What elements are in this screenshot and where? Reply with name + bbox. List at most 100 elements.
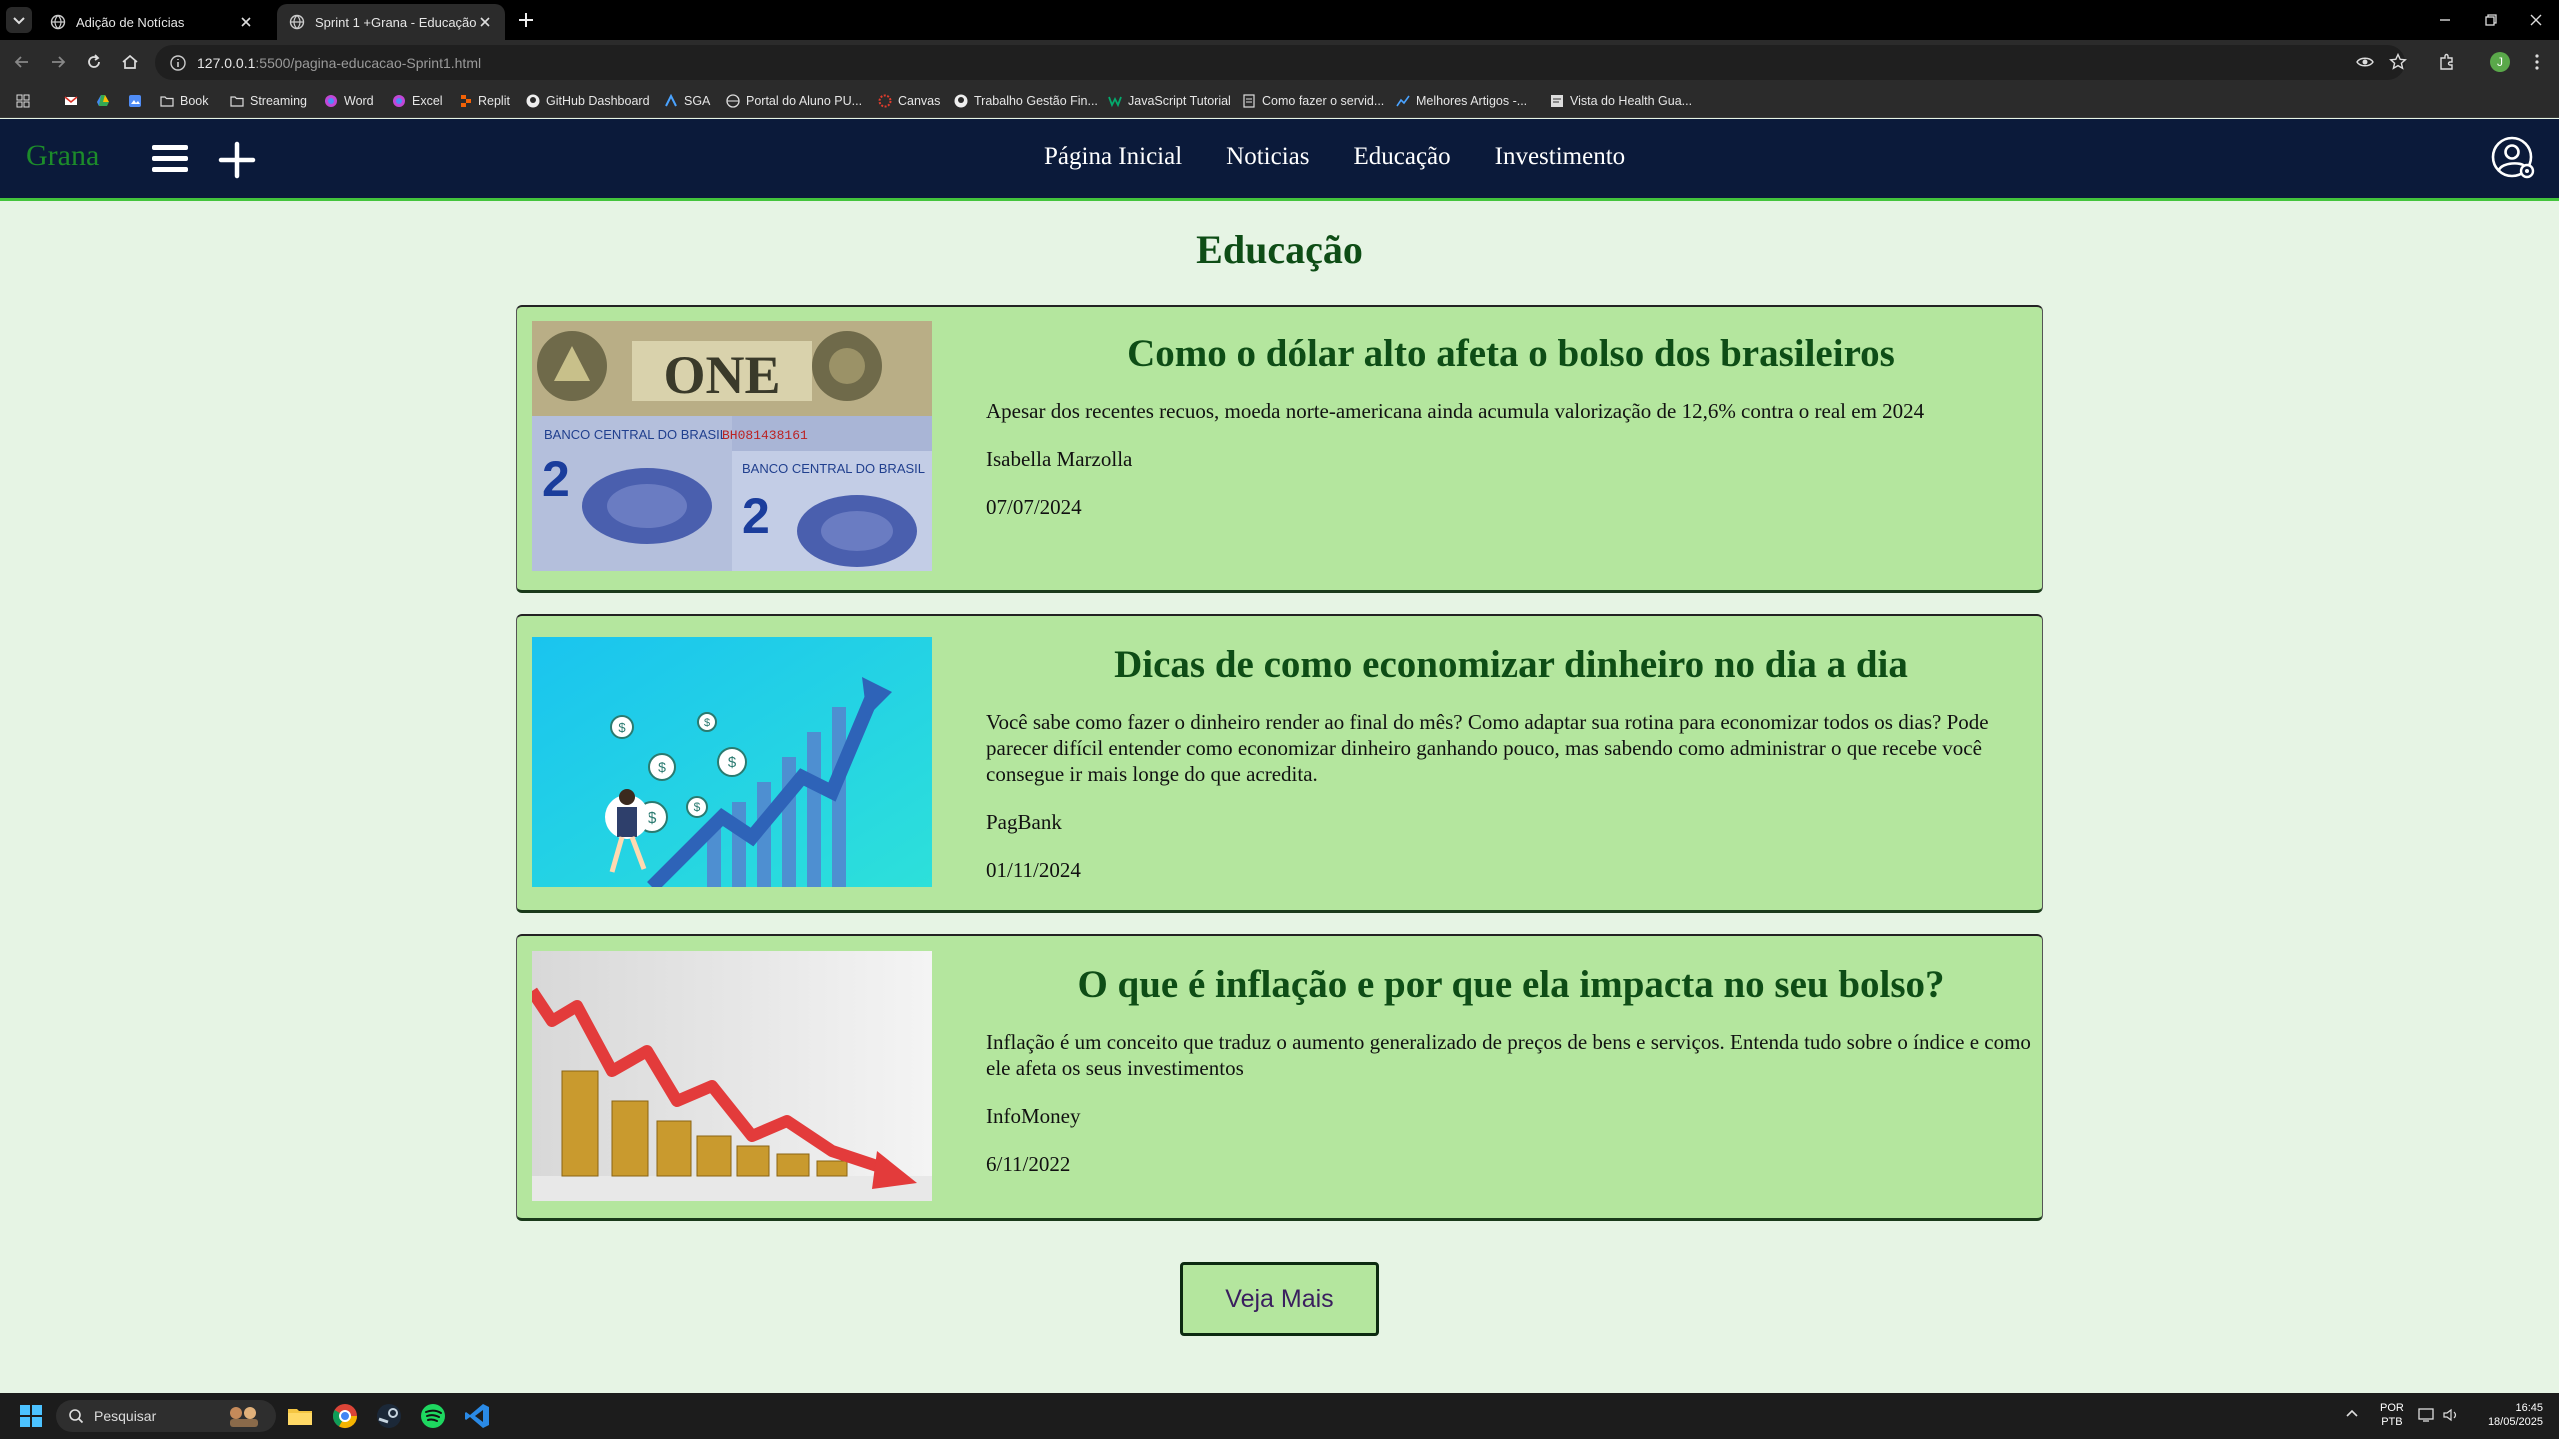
bookmark-label: Word (344, 94, 374, 108)
bookmark-label: Excel (412, 94, 443, 108)
bookmark-label: GitHub Dashboard (546, 94, 650, 108)
article-image-inflation[interactable] (532, 951, 932, 1201)
lang-top: POR (2380, 1402, 2404, 1414)
bookmark-vista-health[interactable]: Vista do Health Gua... (1550, 91, 1692, 111)
minimize-icon[interactable] (2435, 10, 2455, 30)
close-icon[interactable] (477, 14, 493, 30)
bookmark-book[interactable]: Book (160, 91, 209, 111)
article-title[interactable]: Como o dólar alto afeta o bolso dos bras… (986, 331, 2036, 376)
bookmark-como-fazer[interactable]: Como fazer o servid... (1242, 91, 1384, 111)
spotify-icon[interactable] (418, 1401, 448, 1431)
site-logo[interactable]: Grana (26, 139, 99, 173)
eye-icon[interactable] (2355, 52, 2375, 72)
browser-tab-strip: Adição de Notícias Sprint 1 +Grana - Edu… (0, 0, 2559, 40)
bookmark-label: Como fazer o servid... (1262, 94, 1385, 108)
main-nav: Página Inicial Noticias Educação Investi… (1044, 143, 1625, 171)
extensions-icon[interactable] (2437, 52, 2457, 72)
nav-educacao[interactable]: Educação (1353, 143, 1450, 171)
svg-text:2: 2 (742, 488, 770, 544)
gmail-icon[interactable] (64, 91, 78, 111)
tab-search-button[interactable] (6, 7, 32, 33)
close-window-icon[interactable] (2526, 10, 2546, 30)
search-icon (68, 1408, 84, 1424)
home-icon[interactable] (120, 52, 140, 72)
taskbar-search[interactable]: Pesquisar (56, 1400, 276, 1432)
github-icon (954, 94, 968, 108)
site-info-icon[interactable] (169, 54, 187, 72)
article-image-dollar[interactable]: ONE BANCO CENTRAL DO BRASIL BANCO CENTRA… (532, 321, 932, 571)
bookmark-portal-aluno[interactable]: Portal do Aluno PU... (726, 91, 862, 111)
file-explorer-icon[interactable] (285, 1401, 315, 1431)
svg-text:2: 2 (542, 451, 570, 507)
article-card[interactable]: $ $ $ $ $ $ Dicas de como economizar din… (516, 614, 2043, 913)
new-tab-icon[interactable] (516, 10, 536, 30)
banknotes-illustration: ONE BANCO CENTRAL DO BRASIL BANCO CENTRA… (532, 321, 932, 571)
language-indicator[interactable]: POR PTB (2380, 1401, 2404, 1429)
bookmark-label: Replit (478, 94, 510, 108)
bookmark-sga[interactable]: SGA (664, 91, 710, 111)
nav-investimento[interactable]: Investimento (1495, 143, 1626, 171)
bookmark-streaming[interactable]: Streaming (230, 91, 307, 111)
tab-adicao-noticias[interactable]: Adição de Notícias (38, 4, 266, 40)
hamburger-menu-icon[interactable] (150, 141, 190, 177)
svg-text:$: $ (704, 717, 710, 729)
folder-icon (230, 94, 244, 108)
article-image-economy[interactable]: $ $ $ $ $ $ (532, 637, 932, 887)
article-body: O que é inflação e por que ela impacta n… (986, 962, 2036, 1199)
url-text: 127.0.0.1:5500/pagina-educacao-Sprint1.h… (197, 55, 481, 71)
office-icon (324, 94, 338, 108)
tab-sprint-educacao[interactable]: Sprint 1 +Grana - Educação (277, 4, 505, 40)
article-body: Como o dólar alto afeta o bolso dos bras… (986, 331, 2036, 542)
replit-icon (458, 94, 472, 108)
restore-icon[interactable] (2481, 10, 2501, 30)
bookmark-word[interactable]: Word (324, 91, 374, 111)
article-title[interactable]: O que é inflação e por que ela impacta n… (986, 962, 2036, 1007)
add-news-icon[interactable] (218, 141, 256, 179)
user-settings-icon[interactable] (2490, 135, 2538, 183)
article-card[interactable]: O que é inflação e por que ela impacta n… (516, 934, 2043, 1221)
bookmark-canvas[interactable]: Canvas (878, 91, 940, 111)
bookmark-excel[interactable]: Excel (392, 91, 443, 111)
profile-avatar[interactable]: J (2490, 52, 2510, 72)
drive-icon[interactable] (96, 91, 110, 111)
chrome-icon[interactable] (330, 1401, 360, 1431)
chevron-up-icon[interactable] (2344, 1406, 2360, 1422)
bookmark-label: Trabalho Gestão Fin... (974, 94, 1098, 108)
photos-icon[interactable] (128, 91, 142, 111)
svg-text:$: $ (694, 800, 701, 814)
clock[interactable]: 16:45 18/05/2025 (2478, 1401, 2543, 1429)
svg-text:ONE: ONE (663, 345, 780, 405)
globe-icon (726, 94, 740, 108)
apps-grid-icon[interactable] (16, 91, 30, 111)
veja-mais-button[interactable]: Veja Mais (1180, 1262, 1379, 1336)
svg-text:$: $ (728, 754, 737, 771)
windows-start-icon[interactable] (16, 1401, 46, 1431)
tab-title: Sprint 1 +Grana - Educação (315, 14, 477, 30)
svg-text:BH081438161: BH081438161 (722, 428, 808, 443)
document-icon (1242, 94, 1256, 108)
bookmark-trabalho-gestao[interactable]: Trabalho Gestão Fin... (954, 91, 1098, 111)
speaker-icon[interactable] (2442, 1407, 2460, 1423)
reload-icon[interactable] (84, 52, 104, 72)
article-card[interactable]: ONE BANCO CENTRAL DO BRASIL BANCO CENTRA… (516, 305, 2043, 593)
bookmark-label: Streaming (250, 94, 307, 108)
nav-noticias[interactable]: Noticias (1226, 143, 1309, 171)
globe-icon (50, 14, 66, 30)
windows-taskbar: Pesquisar POR PTB 16:45 18/05/2025 (0, 1393, 2559, 1439)
bookmark-label: JavaScript Tutorial (1128, 94, 1231, 108)
back-arrow-icon[interactable] (12, 52, 32, 72)
star-icon[interactable] (2388, 52, 2408, 72)
bookmark-melhores-artigos[interactable]: Melhores Artigos -... (1396, 91, 1527, 111)
close-icon[interactable] (238, 14, 254, 30)
article-title[interactable]: Dicas de como economizar dinheiro no dia… (986, 642, 2036, 687)
network-icon[interactable] (2418, 1407, 2436, 1423)
bookmark-javascript-tutorial[interactable]: JavaScript Tutorial (1108, 91, 1231, 111)
address-bar[interactable]: 127.0.0.1:5500/pagina-educacao-Sprint1.h… (155, 45, 2405, 80)
steam-icon[interactable] (374, 1401, 404, 1431)
bookmark-github-dashboard[interactable]: GitHub Dashboard (526, 91, 650, 111)
kebab-menu-icon[interactable] (2527, 52, 2547, 72)
vscode-icon[interactable] (462, 1401, 492, 1431)
bookmark-replit[interactable]: Replit (458, 91, 510, 111)
nav-pagina-inicial[interactable]: Página Inicial (1044, 143, 1182, 171)
forward-arrow-icon[interactable] (48, 52, 68, 72)
